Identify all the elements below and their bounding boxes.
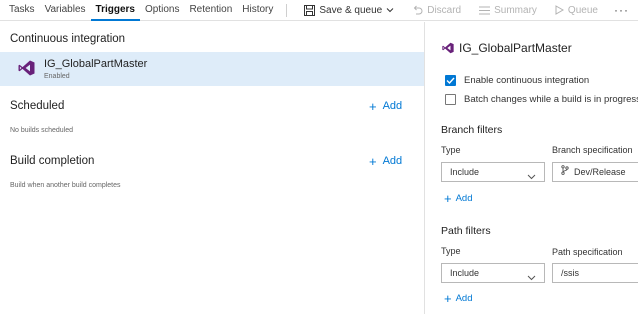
ci-trigger-item[interactable]: IG_GlobalPartMaster Enabled [0, 52, 424, 86]
branch-type-label: Type [441, 145, 461, 155]
definition-title: IG_GlobalPartMaster [459, 41, 572, 55]
add-schedule-label: Add [382, 100, 403, 112]
tab-history[interactable]: History [237, 0, 278, 21]
undo-icon [412, 5, 423, 16]
path-spec-input[interactable]: /ssis [552, 263, 638, 283]
branch-spec-label: Branch specification [552, 145, 633, 155]
plus-icon: + [444, 191, 452, 206]
plus-icon: + [369, 153, 377, 169]
path-type-value: Include [450, 268, 480, 278]
path-type-label: Type [441, 246, 461, 256]
branch-type-select[interactable]: Include [441, 162, 545, 182]
add-build-completion-button[interactable]: + Add [369, 153, 403, 169]
ci-section-heading: Continuous integration [10, 33, 126, 45]
path-spec-value: /ssis [561, 268, 579, 278]
tab-variables[interactable]: Variables [40, 0, 91, 21]
save-icon [304, 4, 316, 16]
plus-icon: + [444, 291, 452, 306]
build-completion-section-heading: Build completion [10, 155, 95, 167]
branch-spec-input[interactable]: Dev/Release [552, 162, 638, 182]
add-branch-filter-button[interactable]: + Add [444, 191, 473, 206]
tab-retention[interactable]: Retention [184, 0, 237, 21]
chevron-down-icon [527, 269, 536, 287]
chevron-down-icon [527, 168, 536, 186]
visual-studio-logo-icon [442, 41, 454, 59]
tab-tasks[interactable]: Tasks [0, 0, 40, 21]
ci-trigger-name: IG_GlobalPartMaster [44, 58, 148, 70]
tab-triggers[interactable]: Triggers [90, 0, 140, 21]
add-schedule-button[interactable]: + Add [369, 98, 403, 114]
trigger-details-panel: IG_GlobalPartMaster Enable continuous in… [426, 22, 638, 314]
summary-button[interactable]: Summary [470, 0, 546, 21]
queue-button[interactable]: Queue [546, 0, 607, 21]
enable-ci-label: Enable continuous integration [464, 75, 590, 86]
visual-studio-logo-icon [18, 60, 35, 81]
play-icon [555, 5, 564, 15]
queue-label: Queue [567, 4, 598, 16]
add-path-filter-button[interactable]: + Add [444, 291, 473, 306]
chevron-down-icon [386, 7, 394, 13]
batch-changes-checkbox[interactable]: Batch changes while a build is in progre… [445, 94, 638, 105]
add-build-completion-label: Add [382, 155, 403, 167]
branch-filters-heading: Branch filters [441, 124, 503, 136]
discard-button[interactable]: Discard [403, 0, 470, 21]
checkmark-icon [445, 75, 456, 86]
list-icon [479, 6, 491, 15]
triggers-list-panel: Continuous integration IG_GlobalPartMast… [0, 22, 425, 314]
discard-label: Discard [427, 4, 462, 16]
more-actions-icon[interactable]: ··· [607, 0, 636, 20]
tab-options[interactable]: Options [140, 0, 184, 21]
path-filters-heading: Path filters [441, 225, 491, 237]
enable-ci-checkbox[interactable]: Enable continuous integration [445, 75, 589, 86]
branch-type-value: Include [450, 167, 480, 177]
add-branch-filter-label: Add [455, 193, 473, 204]
summary-label: Summary [494, 4, 537, 16]
build-completion-empty-text: Build when another build completes [10, 182, 121, 189]
checkbox-box [445, 94, 456, 105]
add-path-filter-label: Add [455, 293, 473, 304]
path-spec-label: Path specification [552, 247, 623, 257]
path-type-select[interactable]: Include [441, 263, 545, 283]
batch-changes-label: Batch changes while a build is in progre… [464, 94, 638, 105]
ci-trigger-status: Enabled [44, 73, 70, 80]
scheduled-empty-text: No builds scheduled [10, 127, 74, 134]
plus-icon: + [369, 98, 377, 114]
save-queue-label: Save & queue [319, 4, 383, 16]
top-toolbar: Tasks Variables Triggers Options Retenti… [0, 0, 638, 21]
scheduled-section-heading: Scheduled [10, 100, 65, 112]
toolbar-divider [286, 3, 288, 17]
branch-icon [561, 163, 569, 181]
branch-spec-value: Dev/Release [574, 167, 626, 177]
save-queue-button[interactable]: Save & queue [295, 0, 403, 21]
